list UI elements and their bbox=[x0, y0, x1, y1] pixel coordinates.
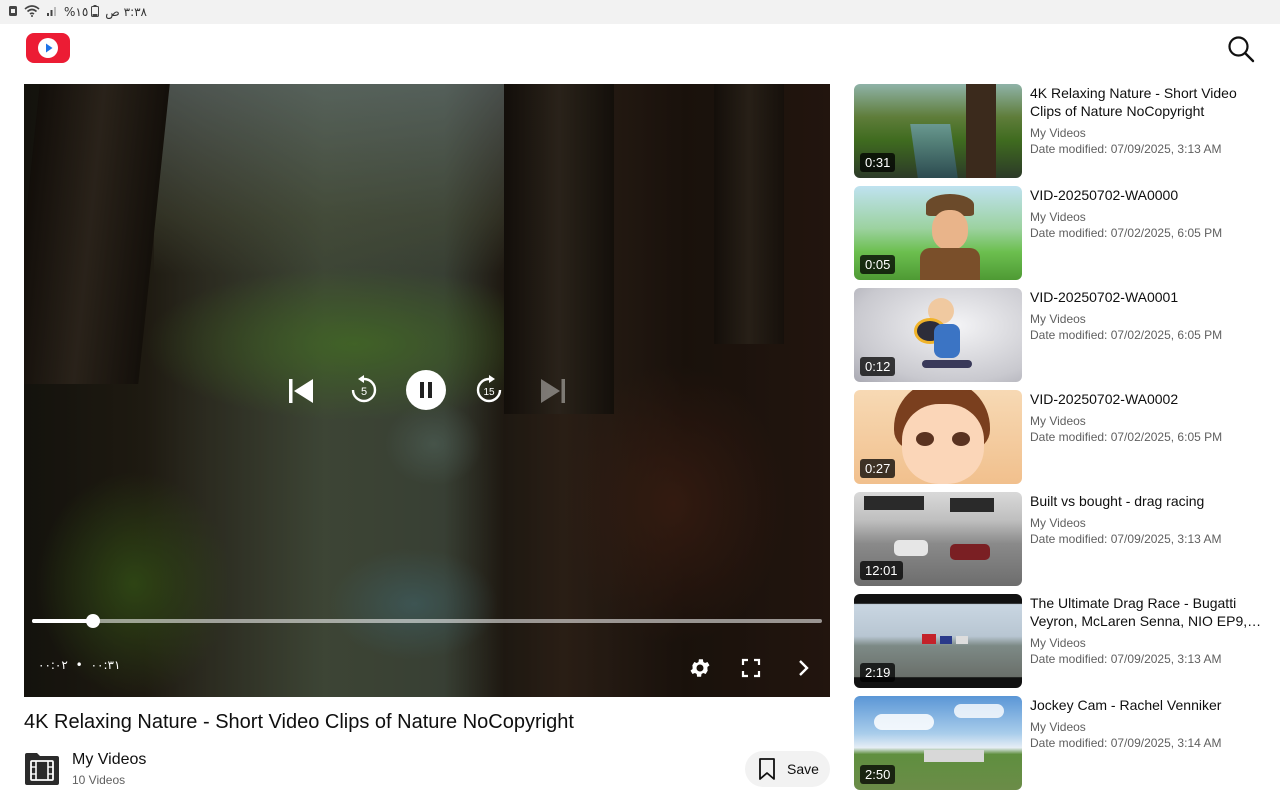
video-item-title: 4K Relaxing Nature - Short Video Clips o… bbox=[1030, 85, 1237, 119]
list-item[interactable]: 0:05 VID-20250702-WA0000 My Videos Date … bbox=[854, 186, 1274, 280]
video-item-date: Date modified: 07/09/2025, 3:13 AM bbox=[1030, 142, 1222, 156]
video-item-date: Date modified: 07/09/2025, 3:13 AM bbox=[1030, 532, 1222, 546]
video-item-channel: My Videos bbox=[1030, 414, 1086, 428]
time-display: ٠٠:٣١ • ٠٠:٠٢ bbox=[38, 658, 120, 672]
video-item-title: The Ultimate Drag Race - Bugatti Veyron,… bbox=[1030, 595, 1248, 629]
search-icon bbox=[1228, 36, 1255, 63]
channel-video-count: 10 Videos bbox=[72, 773, 126, 787]
list-item[interactable]: 2:19 The Ultimate Drag Race - Bugatti Ve… bbox=[854, 594, 1274, 688]
folder-film-icon bbox=[25, 753, 59, 785]
video-item-channel: My Videos bbox=[1030, 312, 1086, 326]
list-item[interactable]: 0:31 4K Relaxing Nature - Short Video Cl… bbox=[854, 84, 1274, 178]
signal-icon bbox=[46, 5, 58, 20]
chevron-right-icon bbox=[799, 660, 809, 676]
save-label: Save bbox=[787, 761, 819, 777]
video-duration: 0:12 bbox=[860, 357, 896, 376]
video-thumbnail: 0:27 bbox=[854, 390, 1022, 484]
video-item-title: Built vs bought - drag racing bbox=[1030, 493, 1205, 509]
video-item-title: VID-20250702-WA0002 bbox=[1030, 391, 1179, 407]
rewind-button[interactable]: 5 bbox=[348, 374, 380, 411]
skip-previous-icon bbox=[289, 379, 313, 403]
next-button[interactable] bbox=[538, 376, 568, 411]
video-item-date: Date modified: 07/09/2025, 3:14 AM bbox=[1030, 736, 1222, 750]
video-item-title: VID-20250702-WA0001 bbox=[1030, 289, 1179, 305]
video-item-channel: My Videos bbox=[1030, 516, 1086, 530]
video-duration: 0:05 bbox=[860, 255, 896, 274]
video-thumbnail: 0:05 bbox=[854, 186, 1022, 280]
video-thumbnail: 0:12 bbox=[854, 288, 1022, 382]
replay-5-icon: 5 bbox=[351, 375, 377, 403]
video-item-title: VID-20250702-WA0000 bbox=[1030, 187, 1179, 203]
video-item-date: Date modified: 07/09/2025, 3:13 AM bbox=[1030, 652, 1222, 666]
settings-button[interactable] bbox=[688, 656, 712, 685]
seek-bar[interactable] bbox=[32, 619, 822, 623]
seek-bar-thumb[interactable] bbox=[85, 614, 100, 628]
forward-button[interactable]: 15 bbox=[473, 374, 505, 411]
list-item[interactable]: 0:12 VID-20250702-WA0001 My Videos Date … bbox=[854, 288, 1274, 382]
bookmark-icon bbox=[759, 758, 775, 780]
forward-15-icon: 15 bbox=[476, 375, 502, 403]
video-duration: 0:27 bbox=[860, 459, 896, 478]
video-item-title: Jockey Cam - Rachel Venniker bbox=[1030, 697, 1222, 713]
notification-icon bbox=[8, 5, 18, 20]
list-item[interactable]: 2:50 Jockey Cam - Rachel Venniker My Vid… bbox=[854, 696, 1274, 790]
play-logo-icon bbox=[38, 38, 58, 58]
app-logo[interactable] bbox=[26, 33, 70, 63]
search-button[interactable] bbox=[1226, 34, 1256, 64]
list-item[interactable]: 0:27 VID-20250702-WA0002 My Videos Date … bbox=[854, 390, 1274, 484]
video-item-channel: My Videos bbox=[1030, 210, 1086, 224]
gear-icon bbox=[690, 659, 710, 677]
fullscreen-icon bbox=[741, 658, 761, 678]
video-item-channel: My Videos bbox=[1030, 636, 1086, 650]
duration: ٠٠:٣١ bbox=[90, 658, 121, 672]
list-item[interactable]: 12:01 Built vs bought - drag racing My V… bbox=[854, 492, 1274, 586]
next-arrow-button[interactable] bbox=[794, 658, 814, 683]
pause-icon bbox=[406, 370, 446, 410]
video-player[interactable]: 5 15 ٠٠:٣١ • ٠٠:٠٢ bbox=[24, 84, 830, 697]
channel-icon[interactable] bbox=[24, 750, 60, 786]
svg-text:5: 5 bbox=[361, 386, 367, 398]
video-item-date: Date modified: 07/02/2025, 6:05 PM bbox=[1030, 328, 1223, 342]
video-thumbnail: 2:19 bbox=[854, 594, 1022, 688]
video-title: 4K Relaxing Nature - Short Video Clips o… bbox=[24, 711, 574, 733]
previous-button[interactable] bbox=[286, 376, 316, 411]
video-duration: 0:31 bbox=[860, 153, 896, 172]
video-duration: 12:01 bbox=[860, 561, 903, 580]
video-duration: 2:19 bbox=[860, 663, 896, 682]
seek-bar-progress bbox=[32, 619, 93, 623]
video-duration: 2:50 bbox=[860, 765, 896, 784]
video-thumbnail: 0:31 bbox=[854, 84, 1022, 178]
video-thumbnail: 12:01 bbox=[854, 492, 1022, 586]
skip-next-icon bbox=[541, 379, 565, 403]
time-separator: • bbox=[75, 658, 83, 672]
save-button[interactable]: Save bbox=[745, 751, 830, 787]
status-time: ٣:٣٨ ص bbox=[105, 5, 148, 19]
current-time: ٠٠:٠٢ bbox=[38, 658, 68, 672]
video-item-channel: My Videos bbox=[1030, 126, 1086, 140]
video-item-date: Date modified: 07/02/2025, 6:05 PM bbox=[1030, 430, 1223, 444]
status-bar: %١٥ ٣:٣٨ ص bbox=[0, 0, 1280, 24]
fullscreen-button[interactable] bbox=[741, 658, 761, 683]
battery-percent: %١٥ bbox=[64, 5, 89, 19]
wifi-icon bbox=[24, 4, 40, 20]
channel-name[interactable]: My Videos bbox=[72, 751, 146, 769]
video-item-channel: My Videos bbox=[1030, 720, 1086, 734]
battery-icon bbox=[91, 4, 100, 20]
video-thumbnail: 2:50 bbox=[854, 696, 1022, 790]
svg-text:15: 15 bbox=[483, 387, 495, 398]
video-item-date: Date modified: 07/02/2025, 6:05 PM bbox=[1030, 226, 1223, 240]
pause-button[interactable] bbox=[406, 370, 446, 415]
